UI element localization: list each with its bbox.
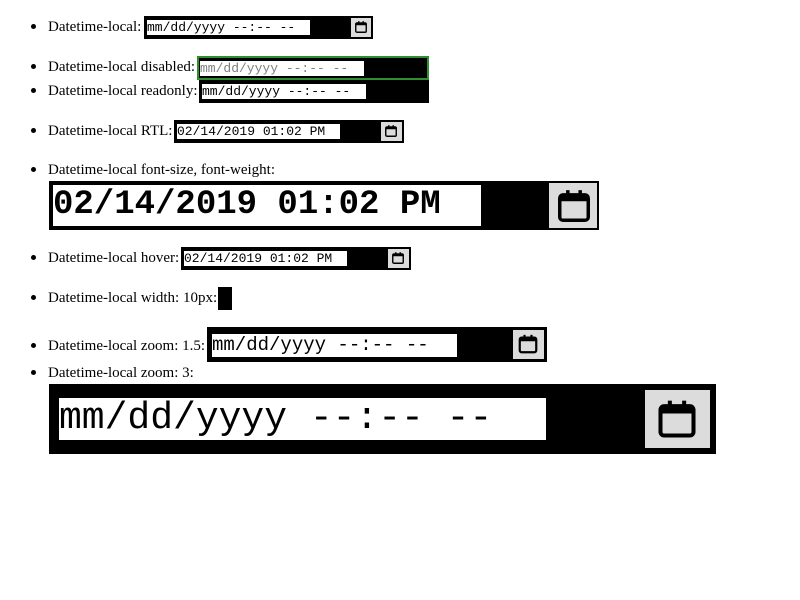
- datetime-label: Datetime-local disabled:: [48, 59, 196, 75]
- list-bullet: [31, 167, 36, 172]
- datetime-label: Datetime-local readonly:: [48, 83, 198, 99]
- calendar-icon: [392, 252, 404, 264]
- calendar-picker-button[interactable]: [351, 18, 371, 37]
- datetime-local-input[interactable]: mm/dd/yyyy --:-- --: [144, 16, 373, 39]
- calendar-icon: [518, 334, 538, 354]
- calendar-icon: [558, 190, 590, 222]
- datetime-label: Datetime-local zoom: 1.5:: [48, 338, 206, 354]
- datetime-local-input-narrow[interactable]: [218, 287, 232, 310]
- list-bullet: [31, 295, 36, 300]
- datetime-value: mm/dd/yyyy --:-- --: [202, 84, 366, 99]
- datetime-value: 02/14/2019 01:02 PM: [184, 251, 347, 266]
- list-bullet: [31, 128, 36, 133]
- datetime-local-input-disabled: mm/dd/yyyy --:-- --: [197, 56, 429, 80]
- datetime-label: Datetime-local font-size, font-weight:: [48, 162, 275, 178]
- list-bullet: [31, 343, 36, 348]
- datetime-label: Datetime-local RTL:: [48, 123, 173, 139]
- datetime-value: 02/14/2019 01:02 PM: [53, 185, 481, 226]
- calendar-icon: [385, 125, 397, 137]
- calendar-icon: [355, 21, 367, 33]
- datetime-local-input-zoom-1-5[interactable]: mm/dd/yyyy --:-- --: [207, 327, 547, 362]
- datetime-value: mm/dd/yyyy --:-- --: [200, 61, 364, 76]
- datetime-local-input-hover[interactable]: 02/14/2019 01:02 PM: [181, 247, 411, 270]
- datetime-label: Datetime-local width: 10px:: [48, 290, 218, 306]
- datetime-value: mm/dd/yyyy --:-- --: [59, 398, 546, 440]
- datetime-local-input-zoom-3[interactable]: mm/dd/yyyy --:-- --: [49, 384, 716, 454]
- datetime-value: 02/14/2019 01:02 PM: [177, 124, 340, 139]
- datetime-local-input-readonly[interactable]: mm/dd/yyyy --:-- --: [199, 80, 429, 103]
- datetime-value: mm/dd/yyyy --:-- --: [147, 20, 310, 35]
- datetime-label: Datetime-local zoom: 3:: [48, 365, 194, 381]
- calendar-picker-button[interactable]: [388, 249, 409, 268]
- list-bullet: [31, 255, 36, 260]
- calendar-icon: [658, 400, 696, 438]
- calendar-picker-button[interactable]: [381, 122, 402, 141]
- list-bullet: [31, 64, 36, 69]
- datetime-local-input-rtl[interactable]: 02/14/2019 01:02 PM: [174, 120, 404, 143]
- datetime-local-input-large[interactable]: 02/14/2019 01:02 PM: [49, 181, 599, 230]
- datetime-value: mm/dd/yyyy --:-- --: [212, 334, 457, 357]
- calendar-picker-button[interactable]: [549, 183, 597, 228]
- calendar-picker-button[interactable]: [513, 330, 544, 359]
- datetime-label: Datetime-local:: [48, 19, 142, 35]
- list-bullet: [31, 24, 36, 29]
- datetime-label: Datetime-local hover:: [48, 250, 180, 266]
- list-bullet: [31, 370, 36, 375]
- list-bullet: [31, 88, 36, 93]
- calendar-picker-button[interactable]: [645, 390, 710, 448]
